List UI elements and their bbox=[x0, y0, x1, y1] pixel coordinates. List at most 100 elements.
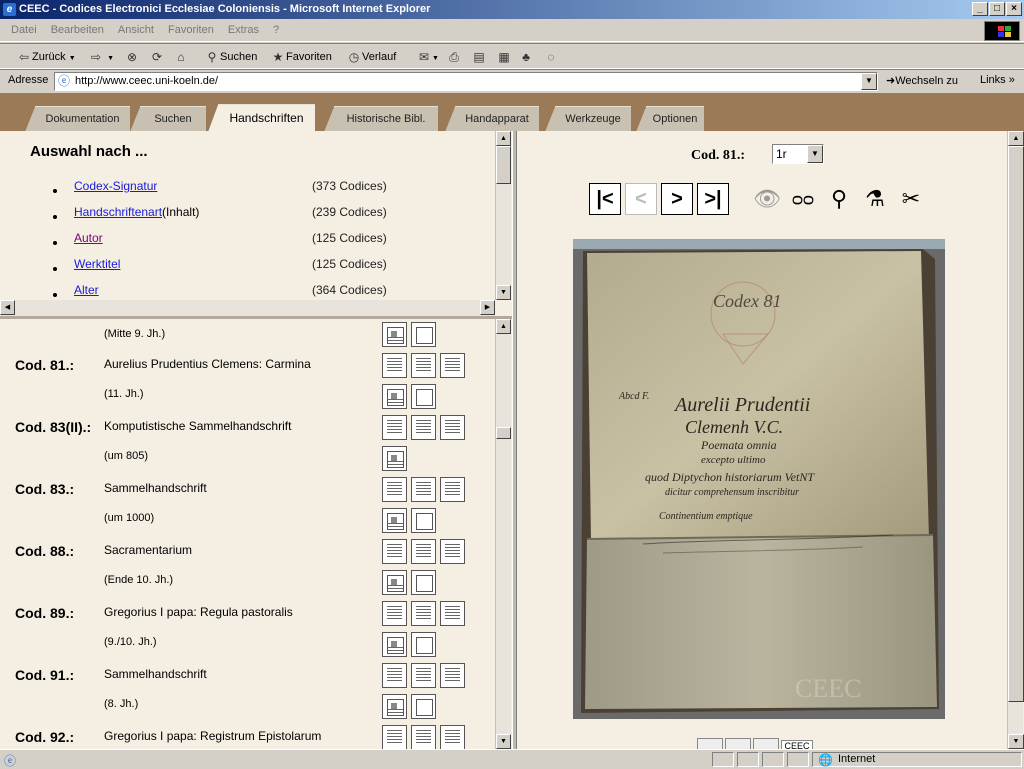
scissors-icon[interactable]: ✂ bbox=[895, 183, 927, 215]
menu-item-datei[interactable]: Datei bbox=[4, 19, 44, 42]
menu-item-extras[interactable]: Extras bbox=[221, 19, 266, 42]
description-icon[interactable] bbox=[382, 663, 407, 688]
stop-button[interactable]: ⊗ bbox=[124, 47, 140, 67]
tab-suchen[interactable]: Suchen bbox=[130, 106, 206, 132]
selection-vscrollbar[interactable]: ▲ ▼ bbox=[495, 131, 511, 300]
link-text[interactable]: Handschriftenart bbox=[74, 205, 162, 219]
search-button[interactable]: ⚲ Suchen bbox=[204, 47, 258, 67]
bottom-tab[interactable] bbox=[697, 738, 723, 749]
forward-button[interactable]: ⇨ ▼ bbox=[88, 47, 114, 67]
print-button[interactable]: ⎙ bbox=[446, 47, 462, 67]
page-thumb-icon[interactable] bbox=[382, 632, 407, 657]
codex-signature[interactable]: Cod. 92.: bbox=[15, 729, 74, 745]
link-autor[interactable]: Autor bbox=[74, 231, 103, 245]
chevron-down-icon[interactable]: ▼ bbox=[807, 145, 823, 163]
codex-signature[interactable]: Cod. 81.: bbox=[15, 357, 74, 373]
scroll-up-button[interactable]: ▲ bbox=[496, 319, 511, 334]
page-icon[interactable] bbox=[411, 632, 436, 657]
address-dropdown-button[interactable]: ▼ bbox=[861, 73, 877, 90]
selection-hscrollbar[interactable]: ◀ ▶ bbox=[0, 300, 495, 316]
history-button[interactable]: ◷ Verlauf bbox=[346, 47, 397, 67]
menu-item-help[interactable]: ? bbox=[266, 19, 286, 42]
next-page-button[interactable]: > bbox=[661, 183, 693, 215]
chat-button[interactable]: ◌ bbox=[543, 47, 559, 67]
scroll-down-button[interactable]: ▼ bbox=[496, 285, 511, 300]
fulltext-icon[interactable] bbox=[411, 601, 436, 626]
transcript-icon[interactable] bbox=[440, 725, 465, 749]
bottom-tab[interactable] bbox=[725, 738, 751, 749]
fulltext-icon[interactable] bbox=[411, 539, 436, 564]
description-icon[interactable] bbox=[382, 539, 407, 564]
address-input[interactable]: ⓔ http://www.ceec.uni-koeln.de/ ▼ bbox=[54, 72, 878, 91]
back-button[interactable]: ⇦ Zurück ▼ bbox=[16, 47, 76, 67]
page-thumb-icon[interactable] bbox=[382, 694, 407, 719]
scroll-thumb[interactable] bbox=[496, 146, 511, 184]
bottom-tab[interactable] bbox=[753, 738, 779, 749]
favorites-button[interactable]: ★ Favoriten bbox=[270, 47, 332, 67]
tab-historische-bibl[interactable]: Historische Bibl. bbox=[324, 106, 438, 132]
page-icon[interactable] bbox=[411, 694, 436, 719]
menu-item-bearbeiten[interactable]: Bearbeiten bbox=[44, 19, 111, 42]
transcript-icon[interactable] bbox=[440, 477, 465, 502]
transcript-icon[interactable] bbox=[440, 663, 465, 688]
link-werktitel[interactable]: Werktitel bbox=[74, 257, 120, 271]
scroll-right-button[interactable]: ▶ bbox=[480, 300, 495, 315]
menu-item-favoriten[interactable]: Favoriten bbox=[161, 19, 221, 42]
magnifier-icon[interactable]: ⚲ bbox=[823, 183, 855, 215]
description-icon[interactable] bbox=[382, 477, 407, 502]
codex-signature[interactable]: Cod. 83.: bbox=[15, 481, 74, 497]
fulltext-icon[interactable] bbox=[411, 663, 436, 688]
tab-werkzeuge[interactable]: Werkzeuge bbox=[545, 106, 631, 132]
eye-icon[interactable]: 👁 bbox=[751, 183, 783, 215]
discuss-button[interactable]: ▦ bbox=[496, 47, 512, 67]
scroll-left-button[interactable]: ◀ bbox=[0, 300, 15, 315]
go-button[interactable]: ➜Wechseln zu bbox=[886, 74, 958, 87]
description-icon[interactable] bbox=[382, 415, 407, 440]
page-icon[interactable] bbox=[411, 322, 436, 347]
page-icon[interactable] bbox=[411, 508, 436, 533]
last-page-button[interactable]: >| bbox=[697, 183, 729, 215]
minimize-button[interactable]: _ bbox=[972, 2, 988, 16]
page-icon[interactable] bbox=[411, 570, 436, 595]
transcript-icon[interactable] bbox=[440, 353, 465, 378]
tab-optionen[interactable]: Optionen bbox=[636, 106, 704, 132]
description-icon[interactable] bbox=[382, 601, 407, 626]
link-codex-signatur[interactable]: Codex-Signatur bbox=[74, 179, 157, 193]
glasses-icon[interactable]: ᴑᴑ bbox=[787, 183, 819, 215]
transcript-icon[interactable] bbox=[440, 539, 465, 564]
first-page-button[interactable]: |< bbox=[589, 183, 621, 215]
transcript-icon[interactable] bbox=[440, 415, 465, 440]
page-thumb-icon[interactable] bbox=[382, 508, 407, 533]
link-alter[interactable]: Alter bbox=[74, 283, 99, 297]
previous-page-button[interactable]: < bbox=[625, 183, 657, 215]
fulltext-icon[interactable] bbox=[411, 415, 436, 440]
description-icon[interactable] bbox=[382, 725, 407, 749]
codex-signature[interactable]: Cod. 83(II).: bbox=[15, 419, 91, 435]
scroll-thumb[interactable] bbox=[1008, 146, 1024, 702]
page-thumb-icon[interactable] bbox=[382, 570, 407, 595]
maximize-button[interactable]: □ bbox=[989, 2, 1005, 16]
page-thumb-icon[interactable] bbox=[382, 446, 407, 471]
home-button[interactable]: ⌂ bbox=[173, 47, 189, 67]
codices-vscrollbar[interactable]: ▲ ▼ bbox=[495, 319, 511, 749]
microscope-icon[interactable]: ⚗ bbox=[859, 183, 891, 215]
manuscript-image[interactable]: Codex 81 Aurelii Prudentii Clemenh V.C. … bbox=[573, 239, 945, 719]
mail-button[interactable]: ✉ ▼ bbox=[416, 47, 439, 67]
fulltext-icon[interactable] bbox=[411, 477, 436, 502]
page-icon[interactable] bbox=[411, 384, 436, 409]
description-icon[interactable] bbox=[382, 353, 407, 378]
page-select[interactable]: 1r ▼ bbox=[772, 144, 824, 164]
codex-signature[interactable]: Cod. 91.: bbox=[15, 667, 74, 683]
page-thumb-icon[interactable] bbox=[382, 384, 407, 409]
tab-handapparat[interactable]: Handapparat bbox=[445, 106, 539, 132]
transcript-icon[interactable] bbox=[440, 601, 465, 626]
scroll-down-button[interactable]: ▼ bbox=[1008, 734, 1024, 749]
link-handschriftenart[interactable]: Handschriftenart (Inhalt) bbox=[74, 205, 199, 219]
scroll-up-button[interactable]: ▲ bbox=[1008, 131, 1024, 146]
menu-item-ansicht[interactable]: Ansicht bbox=[111, 19, 161, 42]
scroll-thumb[interactable] bbox=[496, 427, 511, 439]
close-button[interactable]: × bbox=[1006, 2, 1022, 16]
tab-dokumentation[interactable]: Dokumentation bbox=[25, 106, 130, 132]
scroll-up-button[interactable]: ▲ bbox=[496, 131, 511, 146]
fulltext-icon[interactable] bbox=[411, 353, 436, 378]
